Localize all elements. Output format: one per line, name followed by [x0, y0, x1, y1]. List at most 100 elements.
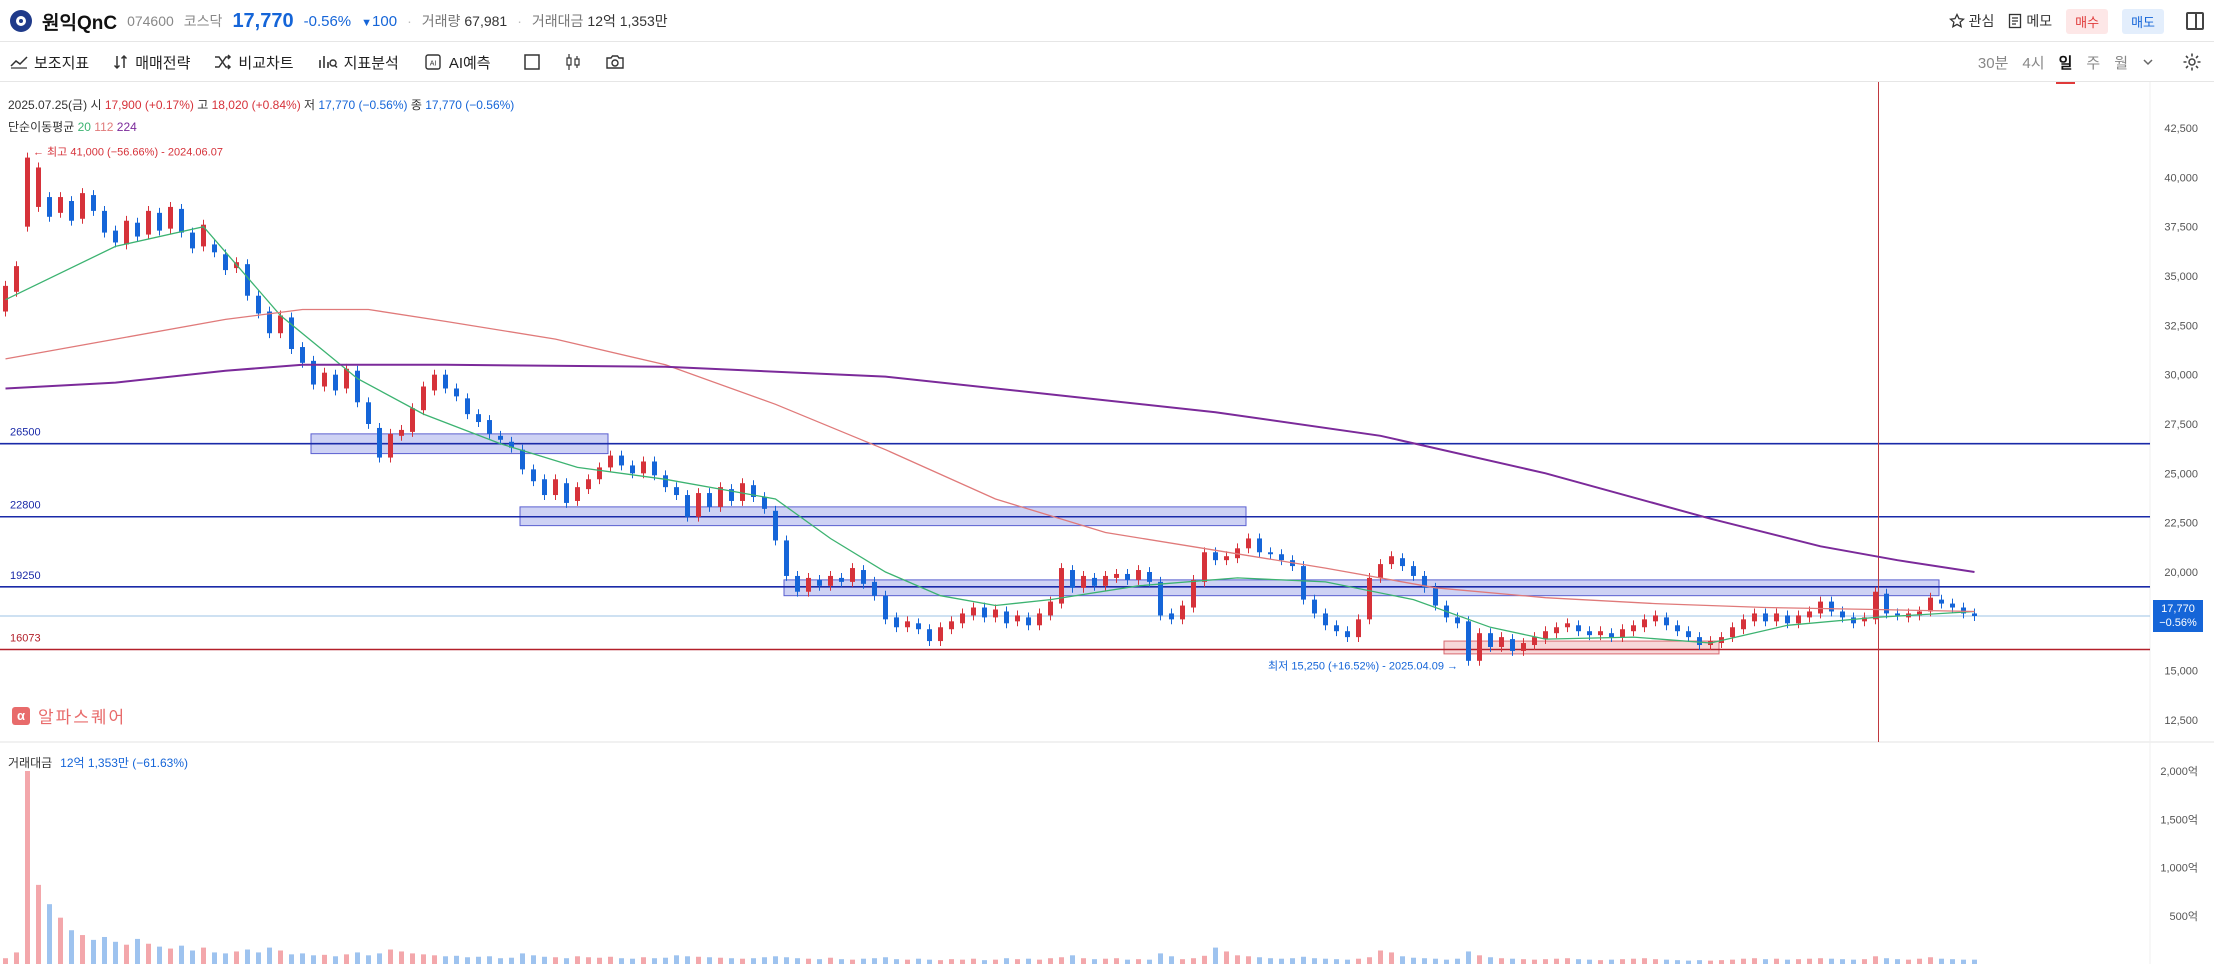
period-month[interactable]: 월 — [2114, 52, 2128, 73]
stock-name[interactable]: 원익QnC — [42, 8, 117, 35]
volume-bar — [1587, 959, 1592, 964]
candle-body — [1774, 613, 1779, 622]
candle-body — [1554, 627, 1559, 634]
volume-bar — [1785, 959, 1790, 964]
candle-body — [883, 595, 888, 620]
candle-body — [773, 510, 778, 541]
settings-gear-icon[interactable] — [2182, 52, 2202, 72]
volume-bar — [1213, 947, 1218, 964]
analysis-label: 지표분석 — [343, 54, 399, 72]
volume-bar — [1950, 959, 1955, 964]
volume-bar — [113, 941, 118, 964]
candle-body — [1334, 625, 1339, 632]
candle-body — [806, 577, 811, 592]
volume-bar — [1609, 959, 1614, 964]
candle-body — [1136, 570, 1141, 580]
candle-body — [1587, 631, 1592, 636]
rectangle-tool-button[interactable] — [523, 53, 541, 71]
candle-body — [1004, 611, 1009, 624]
volume-bar — [1972, 959, 1977, 964]
volume-bar — [1906, 959, 1911, 964]
min-annotation: 최저 15,250 (+16.52%) - 2025.04.09 → — [1268, 660, 1458, 673]
buy-button[interactable]: 매수 — [2066, 8, 2109, 34]
volume-bar — [795, 958, 800, 964]
volume-value: 67,981 — [464, 13, 508, 29]
candle-body — [168, 206, 173, 229]
candle-body — [1488, 633, 1493, 647]
candle-body — [146, 210, 151, 235]
candle-body — [1664, 617, 1669, 626]
favorite-button[interactable]: 관심 — [1948, 11, 1994, 31]
candle-body — [949, 621, 954, 630]
volume-bar — [344, 954, 349, 964]
volume-bar — [1807, 958, 1812, 964]
candle-body — [828, 575, 833, 586]
period-4h[interactable]: 4시 — [2022, 52, 2044, 73]
period-30min[interactable]: 30분 — [1978, 52, 2009, 73]
strategy-button[interactable]: 매매전략 — [113, 52, 190, 73]
candle-body — [630, 465, 635, 474]
screenshot-button[interactable] — [605, 54, 625, 70]
period-week[interactable]: 주 — [2086, 52, 2100, 73]
volume-bar — [1939, 958, 1944, 964]
y-tick-label: 37,500 — [2164, 222, 2198, 234]
candle-body — [564, 483, 569, 503]
candle-body — [1829, 601, 1834, 612]
volume-tick-label: 500억 — [2170, 910, 2198, 923]
volume-bar — [1323, 958, 1328, 964]
volume-bar — [1389, 952, 1394, 964]
zone-box — [1443, 640, 1720, 655]
volume-bar — [1543, 959, 1548, 964]
volume-bar — [1554, 958, 1559, 964]
chart-toolbar: 보조지표 매매전략 비교차트 지표분석 AI AI예측 30분 4시 일 주 월 — [0, 42, 2214, 84]
volume-bar — [674, 955, 679, 964]
candle-body — [993, 609, 998, 618]
volume-bar — [1400, 956, 1405, 964]
y-tick-label: 35,000 — [2164, 271, 2198, 283]
current-price: 17,770 — [232, 9, 294, 32]
volume-bar — [1433, 958, 1438, 964]
y-tick-label: 25,000 — [2164, 468, 2198, 480]
candle-body — [432, 374, 437, 391]
volume-bar — [102, 936, 107, 964]
analysis-button[interactable]: 지표분석 — [318, 52, 399, 73]
volume-bar — [1257, 957, 1262, 964]
volume-bar — [872, 958, 877, 964]
period-day[interactable]: 일 — [2055, 52, 2076, 84]
volume-bar — [971, 958, 976, 964]
memo-button[interactable]: 메모 — [2008, 11, 2052, 31]
volume-bar — [190, 950, 195, 964]
candle-body — [454, 388, 459, 397]
ai-predict-button[interactable]: AI AI예측 — [423, 52, 491, 73]
candle-type-button[interactable] — [565, 53, 581, 71]
candle-body — [553, 479, 558, 496]
volume-bar — [146, 943, 151, 964]
ai-predict-label: AI예측 — [448, 54, 491, 72]
volume-bar — [938, 960, 943, 964]
candle-body — [278, 315, 283, 334]
indicators-button[interactable]: 보조지표 — [10, 52, 89, 73]
price-chart[interactable]: 42,500 40,000 37,500 35,000 32,500 30,000 27,5… — [0, 82, 2214, 964]
candle-body — [1499, 637, 1504, 647]
candle-body — [69, 201, 74, 221]
y-tick-label: 40,000 — [2164, 172, 2198, 184]
volume-bar — [1631, 958, 1636, 964]
candle-body — [1653, 615, 1658, 622]
volume-bar — [355, 952, 360, 964]
compare-button[interactable]: 비교차트 — [214, 52, 294, 73]
volume-bar — [993, 959, 998, 964]
volume-bar — [696, 956, 701, 964]
candle-body — [399, 429, 404, 436]
rectangle-icon — [523, 54, 540, 70]
badge-price: 17,770 — [2161, 603, 2195, 615]
volume-bar — [850, 959, 855, 964]
volume-bar — [1246, 956, 1251, 964]
volume-bar — [1125, 959, 1130, 964]
volume-bar — [1642, 958, 1647, 964]
chevron-down-icon[interactable] — [2142, 56, 2154, 68]
side-panel-icon[interactable] — [2186, 12, 2204, 30]
candle-body — [1763, 613, 1768, 622]
sell-button[interactable]: 매도 — [2122, 8, 2164, 34]
candle-body — [355, 370, 360, 403]
candle-body — [1103, 575, 1108, 586]
